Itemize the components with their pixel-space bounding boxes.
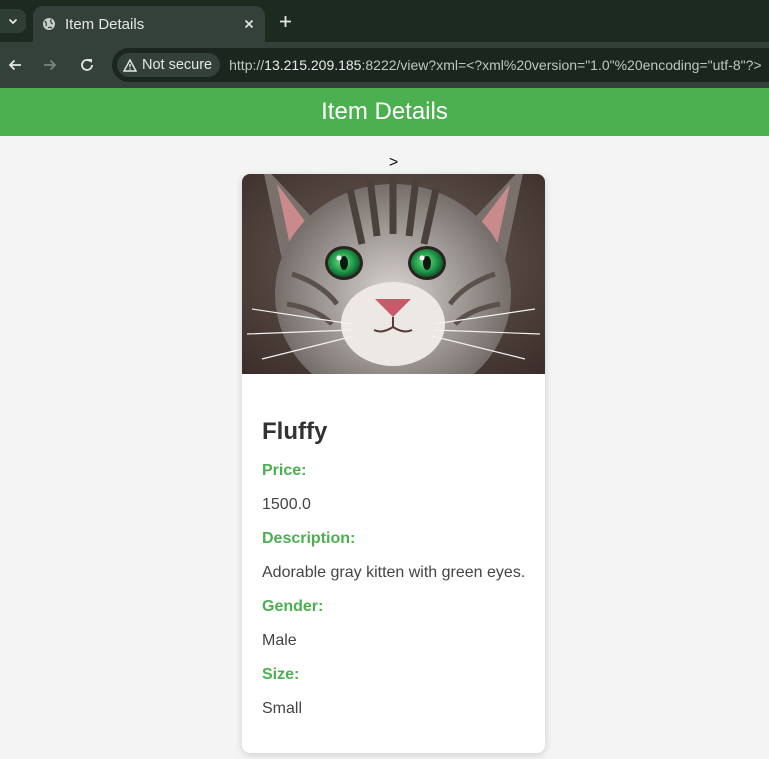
browser-toolbar: Not secure http://13.215.209.185:8222/vi…: [0, 42, 769, 88]
address-bar[interactable]: Not secure http://13.215.209.185:8222/vi…: [112, 48, 769, 82]
globe-icon: [43, 18, 55, 30]
url-host: 13.215.209.185: [264, 57, 362, 73]
item-details: Fluffy Price: 1500.0 Description: Adorab…: [262, 418, 532, 719]
warning-icon: [123, 58, 137, 72]
back-button[interactable]: [2, 52, 28, 78]
size-value: Small: [262, 700, 303, 717]
description-value: Adorable gray kitten with green eyes.: [262, 564, 526, 581]
new-tab-button[interactable]: [272, 8, 298, 34]
gender-value: Male: [262, 632, 297, 649]
browser-tab-strip: Item Details: [0, 0, 769, 42]
reload-button[interactable]: [74, 52, 100, 78]
tab-title: Item Details: [65, 15, 145, 33]
price-label: Price:: [262, 462, 307, 479]
url-text: http://13.215.209.185:8222/view?xml=<?xm…: [229, 57, 761, 73]
chevron-down-icon: [8, 18, 18, 25]
size-label: Size:: [262, 666, 300, 683]
reload-icon: [81, 59, 93, 71]
gender-label: Gender:: [262, 598, 324, 615]
description-label: Description:: [262, 530, 356, 547]
arrow-right-icon: [44, 59, 57, 71]
page-title: Item Details: [321, 98, 448, 125]
url-path: :8222/view?xml=<?xml%20version="1.0"%20e…: [361, 57, 762, 73]
forward-button[interactable]: [37, 52, 63, 78]
security-label: Not secure: [142, 57, 213, 73]
close-icon: [244, 19, 254, 29]
arrow-left-icon: [8, 59, 21, 71]
item-card: Fluffy Price: 1500.0 Description: Adorab…: [242, 174, 545, 753]
security-indicator[interactable]: Not secure: [117, 53, 221, 77]
stray-text: >: [388, 154, 399, 171]
price-value: 1500.0: [262, 496, 311, 513]
item-name: Fluffy: [262, 418, 328, 445]
page-header: Item Details: [0, 88, 769, 136]
kitten-photo: [242, 174, 545, 374]
plus-icon: [279, 15, 291, 27]
url-scheme: http://: [229, 57, 265, 73]
tab-close-button[interactable]: [237, 12, 261, 36]
tab-search-button[interactable]: [0, 9, 26, 33]
browser-tab[interactable]: Item Details: [33, 6, 265, 42]
